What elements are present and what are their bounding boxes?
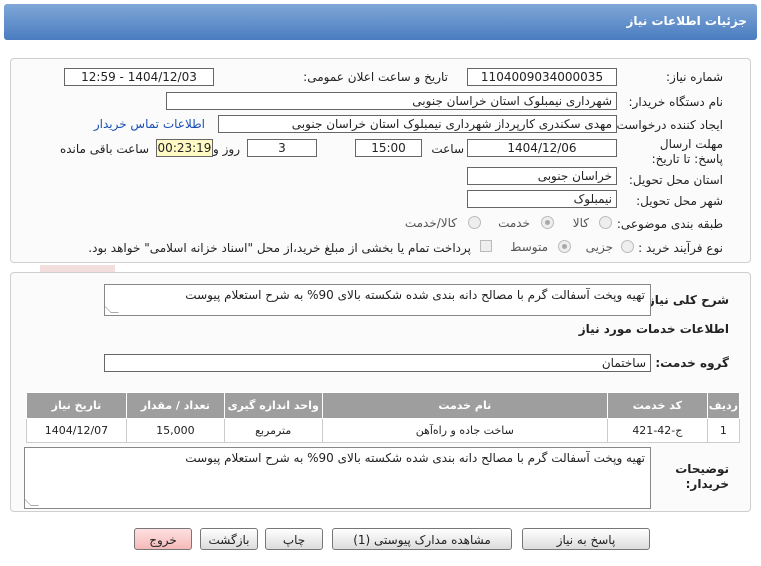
cell-name: ساخت جاده و راه‌آهن: [321, 418, 608, 443]
need-number-field: 1104009034000035: [467, 68, 617, 86]
reply-button[interactable]: پاسخ به نیاز: [522, 528, 650, 550]
category-option-service: خدمت: [498, 216, 530, 230]
process-radio-minor[interactable]: [621, 240, 634, 253]
process-radio-medium[interactable]: [558, 240, 571, 253]
service-group-field: ساختمان: [104, 354, 651, 372]
remaining-time-field: 00:23:19: [156, 139, 213, 157]
process-label: نوع فرآیند خرید :: [638, 241, 723, 255]
category-radio-goods-service[interactable]: [468, 216, 481, 229]
description-label: شرح کلی نیاز:: [643, 293, 729, 307]
back-button[interactable]: بازگشت: [200, 528, 258, 550]
cell-row: 1: [706, 418, 741, 443]
services-table: ردیف کد خدمت نام خدمت واحد اندازه گیری ت…: [26, 392, 741, 443]
cell-code: ج-42-421: [606, 418, 708, 443]
process-option-medium: متوسط: [510, 240, 548, 254]
days-field: 3: [247, 139, 317, 157]
treasury-payment-checkbox[interactable]: [480, 240, 492, 252]
print-button[interactable]: چاپ: [265, 528, 323, 550]
resize-handle[interactable]: [105, 305, 119, 313]
deadline-date-field: 1404/12/06: [467, 139, 617, 157]
description-text: تهیه وپخت آسفالت گرم با مصالح دانه بندی …: [185, 288, 645, 302]
services-section-title: اطلاعات خدمات مورد نیاز: [578, 322, 729, 336]
treasury-payment-note: پرداخت تمام یا بخشی از مبلغ خرید،از محل …: [88, 241, 471, 255]
col-name: نام خدمت: [321, 392, 608, 419]
buyer-notes-field: تهیه وپخت آسفالت گرم با مصالح دانه بندی …: [24, 447, 651, 509]
cell-unit: مترمربع: [223, 418, 323, 443]
exit-button[interactable]: خروج: [134, 528, 192, 550]
page-title: جزئیات اطلاعات نیاز: [626, 14, 747, 28]
deadline-label: مهلت ارسال پاسخ: تا تاریخ:: [651, 137, 723, 166]
buyer-notes-label: توضیحات خریدار:: [675, 462, 729, 491]
service-group-label: گروه خدمت:: [655, 356, 729, 370]
deadline-time-label: ساعت: [431, 142, 464, 156]
col-qty: تعداد / مقدار: [125, 392, 225, 419]
col-code: کد خدمت: [606, 392, 708, 419]
buyer-notes-text: تهیه وپخت آسفالت گرم با مصالح دانه بندی …: [185, 451, 645, 465]
col-date: تاریخ نیاز: [26, 392, 127, 419]
buyer-org-field: شهرداری نیمبلوک استان خراسان جنوبی: [166, 92, 617, 110]
category-option-goods-service: کالا/خدمت: [404, 216, 457, 230]
city-field: نیمبلوک: [467, 190, 617, 208]
col-unit: واحد اندازه گیری: [223, 392, 323, 419]
city-label: شهر محل تحویل:: [636, 194, 723, 208]
col-row: ردیف: [706, 392, 741, 419]
province-field: خراسان جنوبی: [467, 167, 617, 185]
announce-label: تاریخ و ساعت اعلان عمومی:: [303, 70, 448, 84]
buyer-contact-link[interactable]: اطلاعات تماس خریدار: [94, 117, 205, 131]
process-option-minor: جزیی: [585, 240, 613, 254]
table-row: 1 ج-42-421 ساخت جاده و راه‌آهن مترمربع 1…: [26, 418, 741, 443]
resize-handle[interactable]: [25, 498, 39, 506]
description-field: تهیه وپخت آسفالت گرم با مصالح دانه بندی …: [104, 284, 651, 316]
remaining-label: ساعت باقی مانده: [59, 142, 149, 156]
creator-field: مهدی سکندری کارپرداز شهرداری نیمبلوک است…: [218, 115, 617, 133]
category-radio-service[interactable]: [541, 216, 554, 229]
category-radio-goods[interactable]: [599, 216, 612, 229]
cell-date: 1404/12/07: [26, 418, 127, 443]
province-label: استان محل تحویل:: [628, 173, 723, 187]
category-label: طبقه بندی موضوعی:: [616, 217, 723, 231]
attachments-button[interactable]: مشاهده مدارک پیوستی (1): [332, 528, 512, 550]
buyer-org-label: نام دستگاه خریدار:: [628, 95, 724, 109]
days-label: روز و: [213, 142, 240, 156]
category-option-goods: کالا: [572, 216, 589, 230]
page-header: جزئیات اطلاعات نیاز: [4, 4, 757, 40]
need-number-label: شماره نیاز:: [666, 70, 723, 84]
announce-field: 1404/12/03 - 12:59: [64, 68, 214, 86]
deadline-time-field: 15:00: [355, 139, 422, 157]
cell-qty: 15,000: [125, 418, 225, 443]
creator-label: ایجاد کننده درخواست:: [612, 118, 723, 132]
